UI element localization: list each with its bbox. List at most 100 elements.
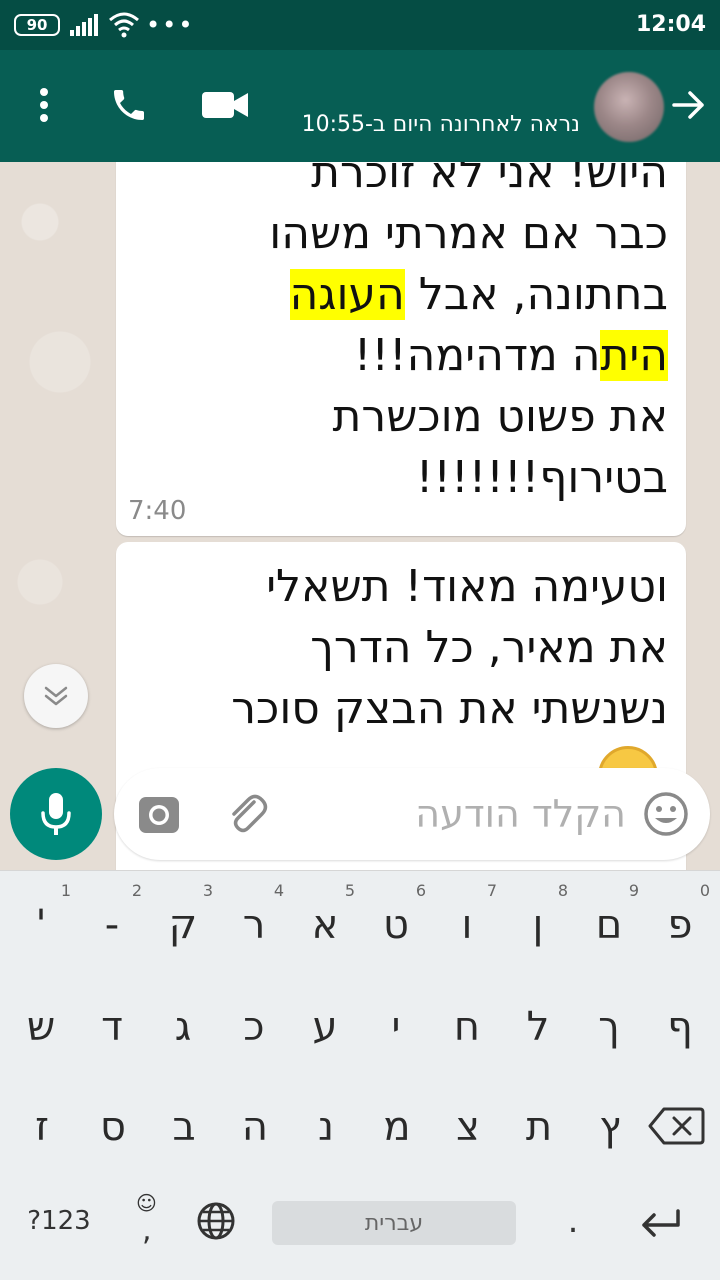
comma-key[interactable]: ☺ ,	[118, 1187, 174, 1257]
key[interactable]: ס	[77, 1077, 149, 1177]
key[interactable]: מ	[361, 1077, 433, 1177]
key-label: ם	[595, 902, 623, 948]
text-segment: בטירוף!!!!!!!	[415, 452, 668, 503]
key-label: א	[311, 902, 339, 948]
signal-icon	[70, 14, 100, 36]
key[interactable]: כ	[218, 977, 290, 1077]
message-text: היוש! אני לא זוכרת כבר אם אמרתי משהו בחתונ…	[128, 162, 668, 508]
key[interactable]: ק3	[147, 875, 219, 975]
double-chevron-down-icon	[44, 686, 68, 706]
period-key[interactable]: .	[548, 1191, 598, 1251]
key-label: ע	[312, 1004, 338, 1050]
key[interactable]: -2	[76, 875, 148, 975]
key[interactable]: ת	[503, 1077, 575, 1177]
back-button[interactable]	[664, 80, 714, 130]
key-label: ל	[526, 1004, 550, 1050]
key[interactable]: ץ	[574, 1077, 646, 1177]
key[interactable]: ך	[573, 977, 645, 1077]
key-hint: 2	[131, 881, 142, 900]
key-label: ר	[242, 902, 266, 948]
camera-icon	[139, 797, 179, 833]
symbols-key[interactable]: ?123	[14, 1191, 104, 1251]
key[interactable]: ג	[147, 977, 219, 1077]
last-seen-status: נראה לאחרונה היום ב-10:55	[301, 112, 580, 137]
message-line: וטעימה מאוד! תשאלי	[128, 556, 668, 617]
text-segment: כבר אם אמרתי משהו	[269, 208, 668, 259]
message-line: בטירוף!!!!!!!	[128, 447, 668, 508]
return-arrow-icon	[642, 1209, 680, 1237]
key[interactable]: ד	[76, 977, 148, 1077]
key[interactable]: נ	[290, 1077, 362, 1177]
key-hint: 0	[699, 881, 710, 900]
key[interactable]: ר4	[218, 875, 290, 975]
key[interactable]: א5	[289, 875, 361, 975]
text-segment: נשנשתי את הבצק סוכר	[231, 683, 668, 734]
key[interactable]: ן8	[502, 875, 574, 975]
key[interactable]: ף	[644, 977, 716, 1077]
video-call-button[interactable]	[196, 80, 254, 130]
message-input[interactable]	[284, 786, 626, 842]
battery-indicator: 90	[14, 14, 60, 36]
attach-button[interactable]	[224, 790, 270, 838]
camera-button[interactable]	[138, 794, 180, 836]
overflow-menu-button[interactable]	[22, 80, 66, 130]
key-hint: 8	[557, 881, 568, 900]
scroll-to-bottom-button[interactable]	[24, 664, 88, 728]
key-label: מ	[383, 1104, 411, 1150]
key[interactable]: ב	[148, 1077, 220, 1177]
key-label: ס	[100, 1104, 126, 1150]
phone-icon	[114, 90, 144, 120]
key-label: ד	[101, 1004, 123, 1050]
key-label: נ	[317, 1104, 334, 1150]
key-label: ו	[461, 902, 473, 948]
key-hint: 1	[60, 881, 71, 900]
key-label: ן	[532, 902, 544, 948]
key-hint: 9	[628, 881, 639, 900]
key[interactable]: פ0	[644, 875, 716, 975]
key[interactable]: ם9	[573, 875, 645, 975]
message-bubble[interactable]: היוש! אני לא זוכרת כבר אם אמרתי משהו בחתונ…	[116, 162, 686, 536]
key-label: כ	[243, 1004, 265, 1050]
video-camera-icon	[202, 92, 248, 118]
voice-record-button[interactable]	[10, 768, 102, 860]
backspace-key[interactable]	[646, 1103, 706, 1149]
more-vert-icon	[40, 88, 48, 122]
key-label: '	[35, 902, 47, 948]
conversation-area[interactable]: היוש! אני לא זוכרת כבר אם אמרתי משהו בחתונ…	[0, 162, 720, 870]
key-hint: 5	[344, 881, 355, 900]
key[interactable]: ש	[5, 977, 77, 1077]
enter-key[interactable]	[630, 1197, 694, 1247]
chat-header: נראה לאחרונה היום ב-10:55	[0, 50, 720, 162]
smiley-icon	[644, 792, 688, 836]
key[interactable]: י	[360, 977, 432, 1077]
key[interactable]: ח	[431, 977, 503, 1077]
emoji-button[interactable]	[642, 790, 690, 838]
space-key[interactable]: עברית	[272, 1201, 516, 1245]
key[interactable]: ל	[502, 977, 574, 1077]
key[interactable]: ה	[219, 1077, 291, 1177]
key-label: ץ	[599, 1104, 621, 1150]
clock: 12:04	[635, 12, 706, 37]
key[interactable]: ז	[6, 1077, 78, 1177]
comma-label: ,	[142, 1213, 152, 1248]
key[interactable]: ' 1	[5, 875, 77, 975]
key-label: ט	[383, 902, 409, 948]
key[interactable]: ו7	[431, 875, 503, 975]
key-label: ק	[168, 902, 198, 948]
highlighted-text: העוגה	[289, 269, 405, 320]
key-label: צ	[456, 1104, 480, 1150]
key[interactable]: ט6	[360, 875, 432, 975]
key-label: ח	[453, 1004, 481, 1050]
message-time: 7:40	[128, 496, 187, 526]
message-line: את פשוט מוכשרת	[128, 386, 668, 447]
globe-icon	[197, 1202, 235, 1240]
key[interactable]: צ	[432, 1077, 504, 1177]
key[interactable]: ע	[289, 977, 361, 1077]
key-label: ף	[667, 1004, 693, 1050]
key-label: ז	[35, 1104, 49, 1150]
contact-avatar[interactable]	[594, 72, 664, 142]
voice-call-button[interactable]	[102, 78, 156, 132]
more-notifications-icon: •••	[146, 11, 195, 39]
language-key[interactable]	[194, 1199, 238, 1243]
key-label: י	[391, 1004, 401, 1050]
